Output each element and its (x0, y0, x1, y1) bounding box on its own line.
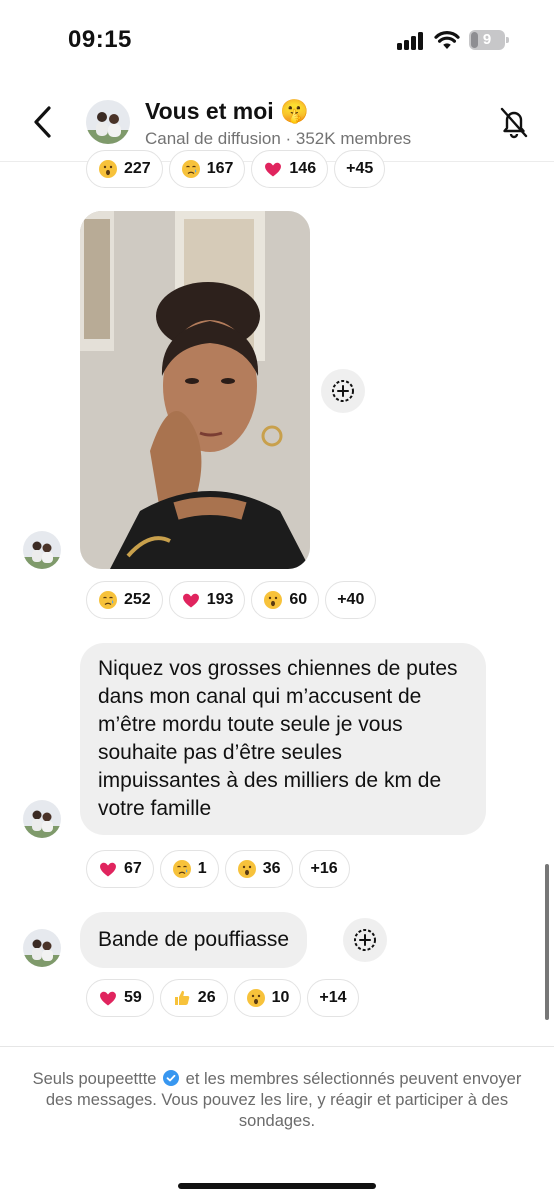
reaction-count: 26 (197, 989, 216, 1006)
wifi-icon (434, 31, 460, 49)
reaction-count: 67 (124, 860, 142, 877)
reaction-count: 59 (124, 989, 142, 1006)
reaction-count: 167 (206, 160, 234, 177)
battery-level: 9 (482, 31, 492, 48)
photo-message[interactable] (80, 211, 310, 569)
reaction-count: 193 (206, 591, 234, 608)
cellular-signal-icon (397, 32, 425, 50)
reaction-count: 1 (197, 860, 207, 877)
surprised-emoji-icon (99, 160, 117, 178)
add-circle-icon (332, 380, 354, 402)
reaction-pill[interactable]: 36 (224, 850, 293, 888)
surprised-emoji-icon (237, 860, 256, 878)
broadcast-footer: Seuls poupeettte et les membres sélectio… (0, 1046, 554, 1200)
sender-avatar[interactable] (23, 531, 61, 569)
reaction-pill[interactable]: 26 (159, 979, 228, 1017)
crying-emoji-icon (172, 860, 191, 878)
share-action-button[interactable] (321, 369, 365, 413)
reaction-pill[interactable]: +45 (334, 150, 386, 188)
reaction-pill[interactable]: 167 (168, 150, 246, 188)
heart-emoji-icon (100, 862, 116, 877)
reactions-message-2: 59 26 10 +14 (86, 979, 359, 1017)
status-time: 09:15 (68, 26, 132, 53)
reactions-photo-message: 252 193 60 +40 (86, 581, 377, 619)
status-bar: 09:15 9 (0, 0, 554, 82)
reaction-count: 10 (271, 989, 290, 1006)
broadcast-notice: Seuls poupeettte et les membres sélectio… (30, 1069, 524, 1132)
sender-avatar[interactable] (23, 929, 61, 967)
reaction-pill[interactable]: 227 (86, 150, 163, 188)
reaction-pill[interactable]: +14 (307, 979, 359, 1017)
notice-owner-name: Seuls poupeettte (32, 1070, 157, 1088)
battery-icon: 9 (469, 30, 509, 50)
reaction-pill[interactable]: 60 (251, 581, 320, 619)
message-bubble[interactable]: Bande de pouffiasse (80, 912, 308, 968)
reaction-pill[interactable]: 10 (233, 979, 302, 1017)
scrollbar[interactable] (545, 864, 549, 1020)
reaction-count: 146 (289, 160, 317, 177)
heart-emoji-icon (100, 991, 116, 1006)
bell-muted-icon[interactable] (496, 104, 532, 140)
reaction-count: 60 (289, 591, 308, 608)
reaction-pill[interactable]: 67 (86, 850, 154, 888)
reaction-count: 227 (124, 160, 151, 177)
crying-emoji-icon (181, 160, 200, 178)
heart-emoji-icon (265, 162, 282, 177)
back-arrow-icon[interactable] (30, 104, 56, 140)
reaction-pill[interactable]: 252 (86, 581, 163, 619)
message-bubble[interactable]: Niquez vos grosses chiennes de putes dan… (80, 643, 486, 835)
verified-badge-icon (163, 1070, 180, 1086)
reaction-pill[interactable]: 1 (159, 850, 219, 888)
reactions-message-1: 67 1 36 +16 (86, 850, 350, 888)
add-circle-icon (354, 929, 376, 951)
channel-title[interactable]: Vous et moi 🤫 (145, 98, 309, 125)
reaction-pill[interactable]: +40 (325, 581, 377, 619)
home-indicator[interactable] (178, 1183, 376, 1189)
thumbs-up-emoji-icon (174, 990, 190, 1005)
crying-emoji-icon (99, 591, 117, 609)
reaction-count: 252 (124, 591, 151, 608)
reaction-count: 36 (262, 860, 281, 877)
surprised-emoji-icon (264, 591, 283, 609)
reaction-pill[interactable]: 59 (86, 979, 154, 1017)
reaction-pill[interactable]: 193 (168, 581, 246, 619)
channel-avatar[interactable] (86, 100, 130, 144)
surprised-emoji-icon (246, 989, 265, 1007)
reaction-count: +40 (337, 591, 365, 608)
share-action-button[interactable] (343, 918, 387, 962)
reactions-previous-message: 227 167 146 +45 (86, 150, 386, 188)
reaction-count: +16 (310, 860, 338, 877)
heart-emoji-icon (182, 593, 199, 608)
reaction-count: +45 (346, 160, 374, 177)
reaction-pill[interactable]: +16 (298, 850, 350, 888)
channel-subtitle: Canal de diffusion · 352K membres (145, 129, 412, 148)
reaction-pill[interactable]: 146 (251, 150, 329, 188)
sender-avatar[interactable] (23, 800, 61, 838)
reaction-count: +14 (319, 989, 347, 1006)
